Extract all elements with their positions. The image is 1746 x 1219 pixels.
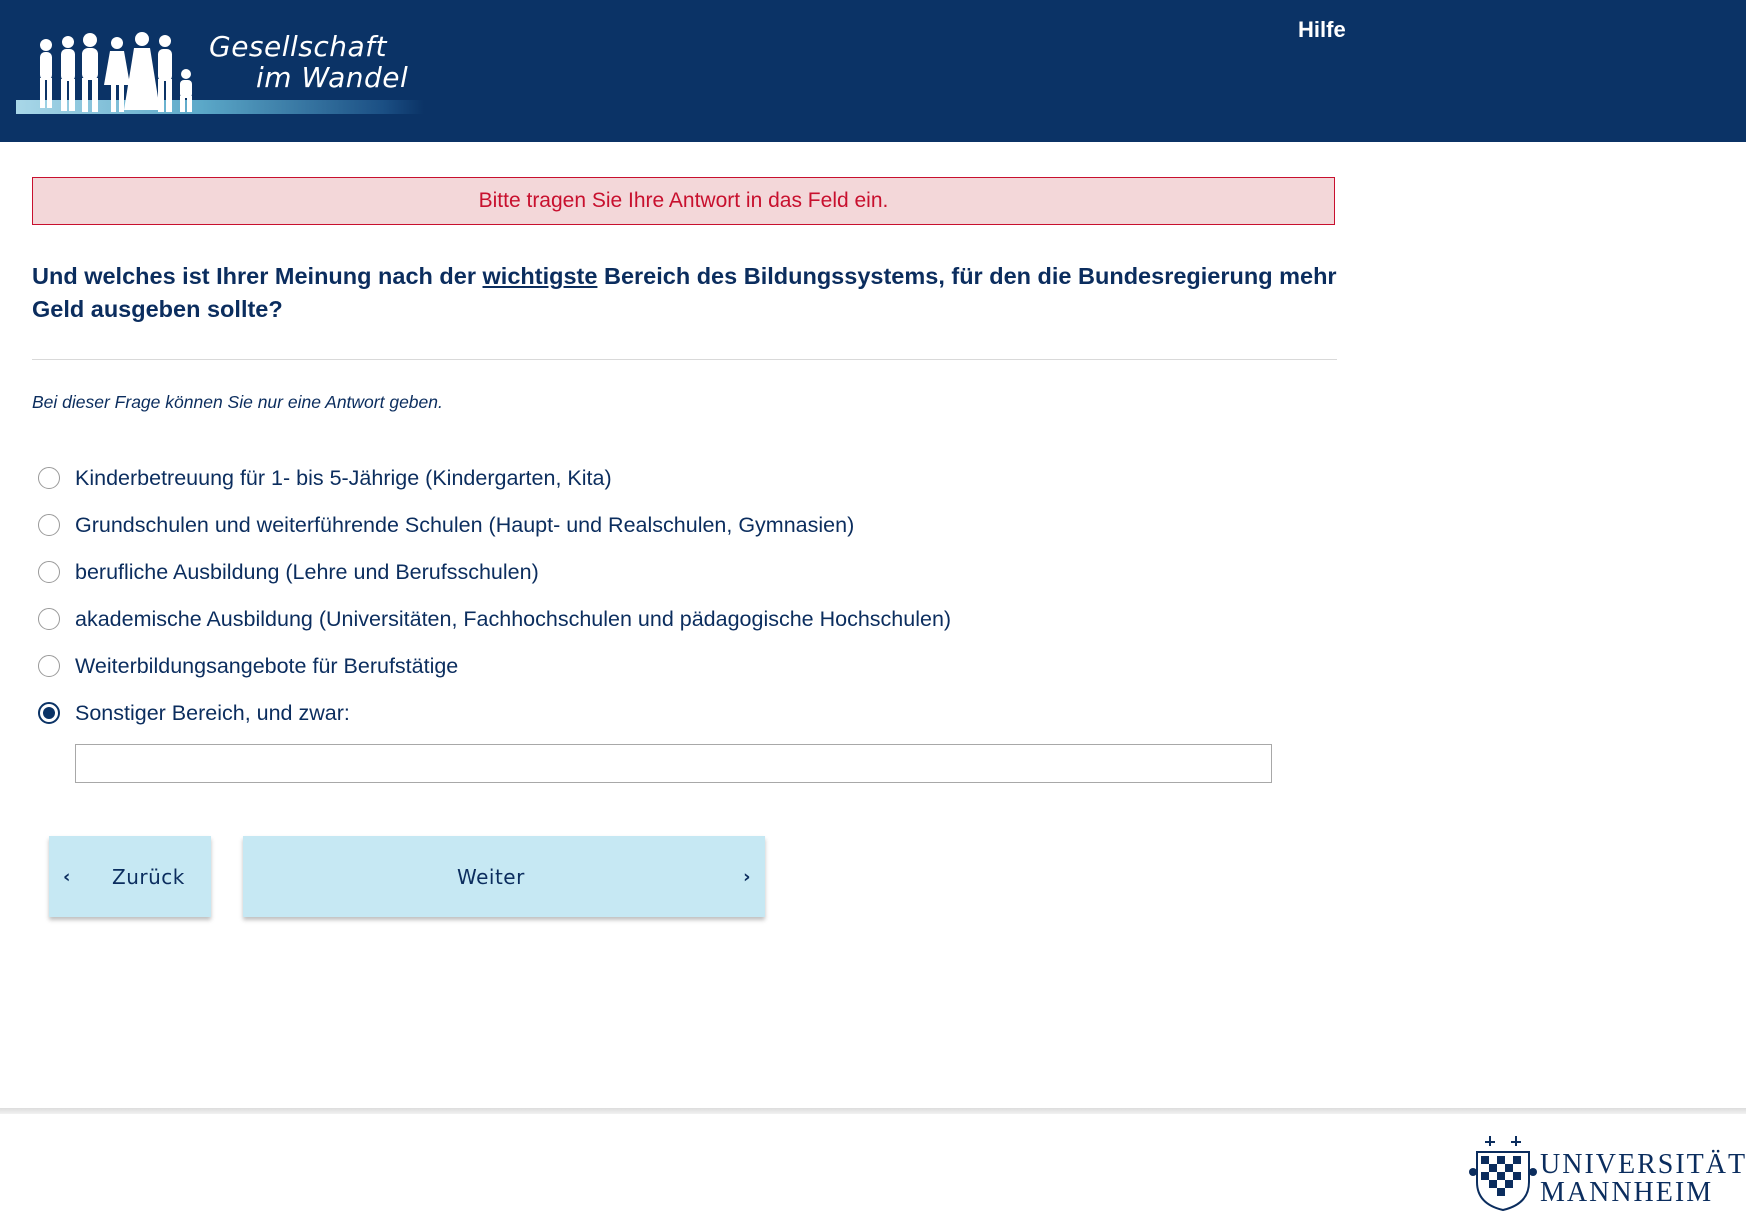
universitaet-mannheim-logo: UNIVERSITÄT MANNHEIM bbox=[1467, 1132, 1746, 1212]
option-weiterbildung[interactable]: Weiterbildungsangebote für Berufstätige bbox=[38, 651, 458, 681]
radio-button[interactable] bbox=[38, 467, 60, 489]
back-button-label: Zurück bbox=[112, 864, 185, 889]
site-header: Gesellschaft im Wandel Hilfe bbox=[0, 0, 1746, 142]
university-name-line2: MANNHEIM bbox=[1540, 1177, 1714, 1208]
error-message: Bitte tragen Sie Ihre Antwort in das Fel… bbox=[32, 177, 1335, 225]
next-button[interactable]: Weiter › bbox=[243, 836, 765, 917]
option-berufliche-ausbildung[interactable]: berufliche Ausbildung (Lehre und Berufss… bbox=[38, 557, 539, 587]
university-crest-icon bbox=[1469, 1136, 1537, 1212]
help-link[interactable]: Hilfe bbox=[1298, 17, 1346, 43]
next-button-label: Weiter bbox=[457, 864, 525, 889]
chevron-left-icon: ‹ bbox=[63, 866, 71, 887]
option-kinderbetreuung[interactable]: Kinderbetreuung für 1- bis 5-Jährige (Ki… bbox=[38, 463, 612, 493]
chevron-right-icon: › bbox=[743, 866, 751, 887]
option-label: Kinderbetreuung für 1- bis 5-Jährige (Ki… bbox=[75, 465, 612, 490]
option-schulen[interactable]: Grundschulen und weiterführende Schulen … bbox=[38, 510, 854, 540]
divider bbox=[32, 359, 1337, 360]
answer-instruction: Bei dieser Frage können Sie nur eine Ant… bbox=[32, 392, 443, 412]
question-text-part1: Und welches ist Ihrer Meinung nach der bbox=[32, 263, 483, 289]
radio-button[interactable] bbox=[38, 561, 60, 583]
option-label: Weiterbildungsangebote für Berufstätige bbox=[75, 653, 459, 678]
footer-divider bbox=[0, 1108, 1746, 1114]
people-silhouette-icon bbox=[40, 32, 192, 112]
option-akademische-ausbildung[interactable]: akademische Ausbildung (Universitäten, F… bbox=[38, 604, 951, 634]
other-area-input[interactable] bbox=[75, 744, 1272, 783]
option-label: berufliche Ausbildung (Lehre und Berufss… bbox=[75, 559, 539, 584]
question-emphasis: wichtigste bbox=[482, 263, 598, 289]
option-label: akademische Ausbildung (Universitäten, F… bbox=[75, 606, 952, 631]
option-sonstiger-bereich[interactable]: Sonstiger Bereich, und zwar: bbox=[38, 698, 350, 728]
logo-text-line2: im Wandel bbox=[256, 61, 409, 94]
radio-button-selected[interactable] bbox=[38, 702, 60, 724]
radio-button[interactable] bbox=[38, 608, 60, 630]
option-label: Grundschulen und weiterführende Schulen … bbox=[75, 512, 855, 537]
option-label: Sonstiger Bereich, und zwar: bbox=[75, 700, 350, 725]
radio-button[interactable] bbox=[38, 655, 60, 677]
gesellschaft-im-wandel-logo: Gesellschaft im Wandel bbox=[16, 14, 424, 119]
logo-text-line1: Gesellschaft bbox=[209, 30, 388, 63]
radio-button[interactable] bbox=[38, 514, 60, 536]
question-text: Und welches ist Ihrer Meinung nach der w… bbox=[32, 260, 1342, 326]
back-button[interactable]: ‹ Zurück bbox=[49, 836, 211, 917]
